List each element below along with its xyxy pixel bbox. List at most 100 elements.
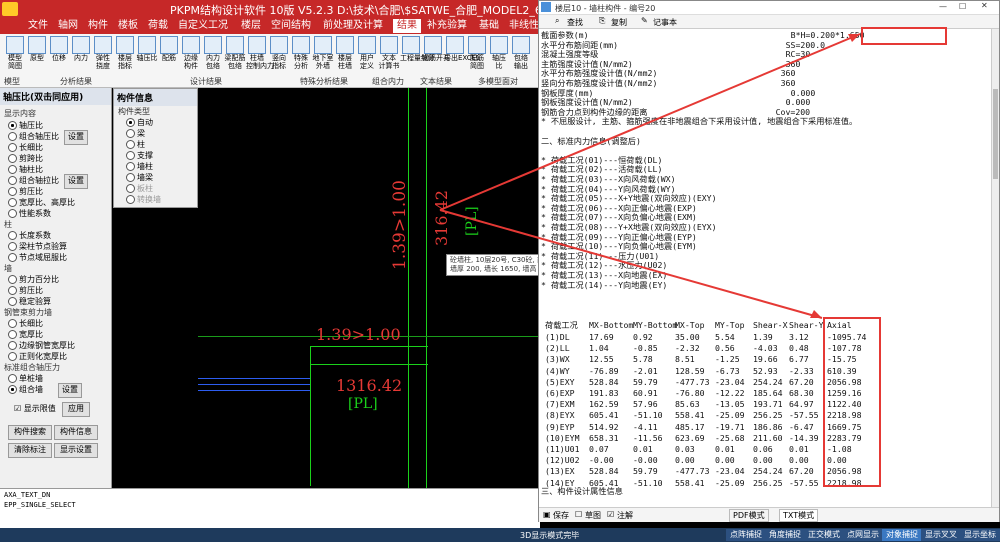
radio-option[interactable]: 长细比 [8,142,43,153]
ribbon-button[interactable]: 文本 计算书 [378,34,400,74]
status-toggle[interactable]: 对象捕捉 [882,529,922,541]
radio-option[interactable]: 边缘钢管宽厚比 [8,340,75,351]
type-label: 墙柱 [137,162,153,171]
ribbon-button[interactable]: 楼层 柱墙 [334,34,356,74]
panel-button[interactable]: 设置 [58,383,82,398]
radio-option[interactable]: 剪跨比 [8,153,43,164]
radio-option[interactable]: 梁柱节点验算 [8,241,67,252]
txt-mode-tab[interactable]: TXT模式 [779,509,819,522]
ribbon-button[interactable]: 配筋 [158,34,180,74]
type-option[interactable]: 梁 [126,128,145,139]
panel-button[interactable]: 应用 [62,402,90,417]
draft-checkbox[interactable]: ☐ [575,510,582,519]
menu-tab[interactable]: 楼层 [237,19,265,33]
table-cell: 193.71 [753,399,783,410]
ribbon-button[interactable]: 轴压比 [136,34,158,74]
menu-tab[interactable]: 轴网 [54,19,82,33]
drawing-canvas[interactable]: 1.39>1.00 316.42 [PL] 1.39>1.00 1316.42 … [198,88,538,488]
menu-tab[interactable]: 基础 [475,19,503,33]
radio-option[interactable]: 长细比 [8,318,43,329]
find-button[interactable]: 查找 [567,17,583,28]
pdf-mode-tab[interactable]: PDF模式 [729,509,769,522]
copy-button[interactable]: 复制 [611,17,627,28]
menu-tab[interactable]: 荷载 [144,19,172,33]
ribbon-button[interactable]: 地下室 外墙 [312,34,334,74]
radio-option[interactable]: 长度系数 [8,230,51,241]
ribbon-button[interactable]: 原型 [26,34,48,74]
ribbon-button[interactable]: 内力 包络 [202,34,224,74]
menu-tab[interactable]: 构件 [84,19,112,33]
ribbon-button[interactable]: 内力 [70,34,92,74]
radio-option[interactable]: 剪压比 [8,186,43,197]
status-toggle[interactable]: 点网显示 [843,529,883,541]
radio-option[interactable]: 宽厚比、高厚比 [8,197,75,208]
radio-option[interactable]: 正则化宽厚比 [8,351,67,362]
radio-option[interactable]: 组合墙 [8,384,43,395]
radio-option[interactable]: 剪压比 [8,285,43,296]
result-text-area[interactable]: 截面参数(m) B*H=0.200*1.650 水平分布筋间距(mm) SS=20… [539,29,991,507]
panel-button[interactable]: 设置 [64,130,88,145]
menu-tab[interactable]: 补充验算 [423,19,471,33]
status-toggle[interactable]: 点阵捕捉 [726,529,766,541]
radio-option[interactable]: 轴柱比 [8,164,43,175]
menu-tab[interactable]: 楼板 [114,19,142,33]
menu-tab[interactable]: 文件 [24,19,52,33]
status-toggle[interactable]: 显示坐标 [960,529,1000,541]
status-toggle[interactable]: 正交模式 [804,529,844,541]
panel-button[interactable]: 清除标注 [8,443,52,458]
radio-option[interactable]: 单桩墙 [8,373,43,384]
ribbon-button[interactable]: 配筋 简图 [466,34,488,74]
menu-tab[interactable]: 自定义工况 [174,19,232,33]
ribbon-button[interactable]: 包络 输出 [510,34,532,74]
radio-option[interactable]: 组合轴拉比 [8,175,59,186]
ribbon-button[interactable]: 用户 定义 [356,34,378,74]
radio-option[interactable]: 性能系数 [8,208,51,219]
ribbon-button[interactable]: 模型 简图 [4,34,26,74]
ribbon-button[interactable]: 工程量统计 [400,34,435,74]
radio-option[interactable]: 剪力百分比 [8,274,59,285]
type-option[interactable]: 转换墙 [126,194,161,205]
beam-line [198,390,310,391]
show-limit-checkbox[interactable]: ☑ 显示限值 [14,403,56,414]
type-option[interactable]: 柱 [126,139,145,150]
ribbon-button[interactable]: 竖向 指标 [268,34,290,74]
ribbon-button[interactable]: 楼层 指标 [114,34,136,74]
ribbon-button[interactable]: 梁配筋 包络 [224,34,246,74]
panel-button[interactable]: 设置 [64,174,88,189]
type-option[interactable]: 自动 [126,117,153,128]
menu-tab[interactable]: 前处理及计算 [319,19,387,33]
menu-tab[interactable]: 结果 [393,19,421,33]
scrollbar-thumb[interactable] [993,89,998,179]
close-button[interactable]: ✕ [981,1,988,10]
radio-option[interactable]: 组合轴压比 [8,131,59,142]
radio-option[interactable]: 轴压比 [8,120,43,131]
ribbon-button[interactable]: 弹性 挠度 [92,34,114,74]
scrollbar[interactable] [991,29,999,507]
type-option[interactable]: 墙梁 [126,172,153,183]
radio-option[interactable]: 稳定验算 [8,296,51,307]
maximize-button[interactable]: ☐ [959,2,966,11]
radio-option[interactable]: 节点域屈服比 [8,252,67,263]
radio-option[interactable]: 宽厚比 [8,329,43,340]
panel-button[interactable]: 显示设置 [54,443,98,458]
menu-tab[interactable]: 空间结构 [267,19,315,33]
type-option[interactable]: 墙柱 [126,161,153,172]
panel-button[interactable]: 构件信息 [54,425,98,440]
ribbon-button[interactable]: 柱墙 控制内力 [246,34,274,74]
ribbon-button[interactable]: 轴压 比 [488,34,510,74]
status-toggle[interactable]: 显示叉叉 [921,529,961,541]
minimize-button[interactable]: — [939,2,947,11]
ribbon-button[interactable]: 导出EXCEL [444,34,480,74]
ribbon-button[interactable]: 特殊 分析 [290,34,312,74]
status-bar: 3D显示模式完毕 点阵捕捉 角度捕捉 正交模式 点网显示 对象捕捉 显示叉叉 显示坐标 [0,528,1000,542]
panel-button[interactable]: 构件搜索 [8,425,52,440]
ribbon-button[interactable]: 位移 [48,34,70,74]
ribbon-button[interactable]: 边缘 构件 [180,34,202,74]
save-button[interactable]: 保存 [553,510,569,521]
type-option[interactable]: 支撑 [126,150,153,161]
notepad-button[interactable]: 记事本 [653,17,677,28]
ribbon-button[interactable]: 钢筋开孔 [422,34,450,74]
type-option[interactable]: 板柱 [126,183,153,194]
status-toggle[interactable]: 角度捕捉 [765,529,805,541]
annotation-checkbox[interactable]: ☑ [607,510,614,519]
